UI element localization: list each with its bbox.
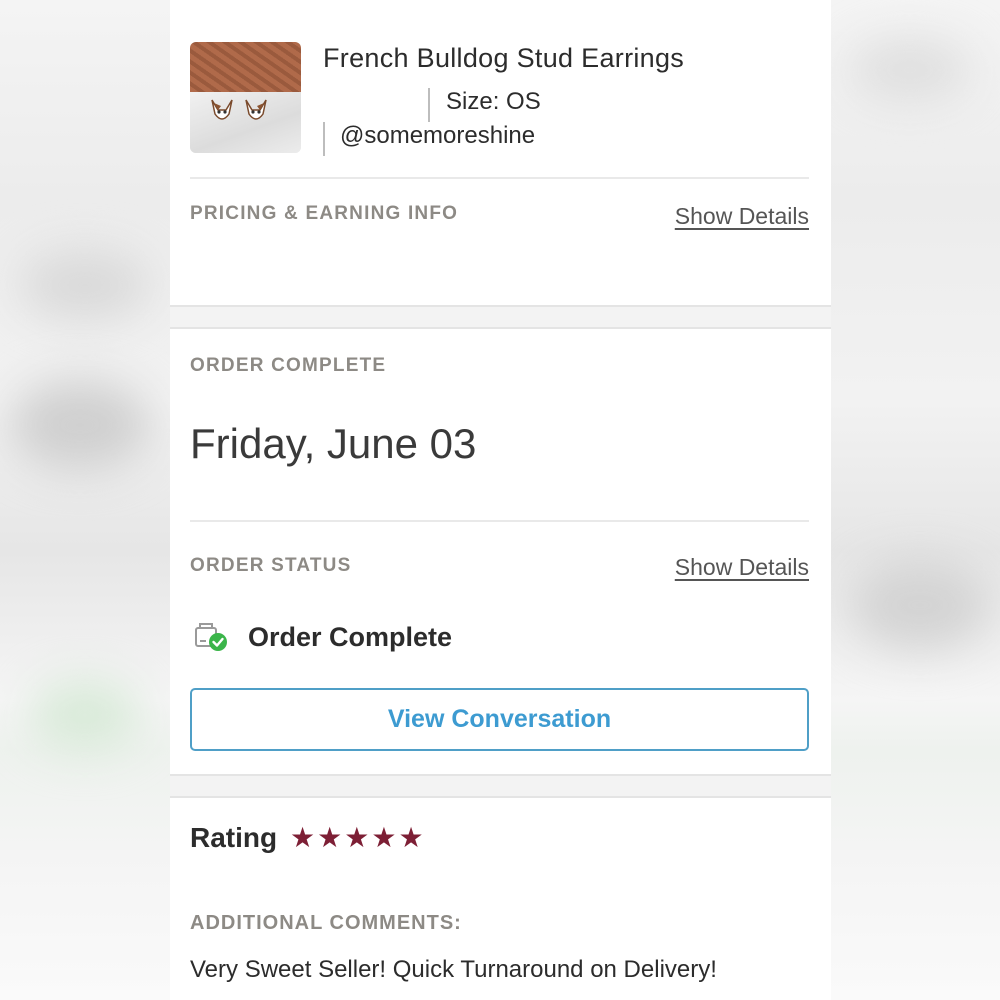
pricing-section-label: PRICING & EARNING INFO <box>190 203 459 224</box>
section-separator <box>170 774 831 798</box>
product-thumbnail[interactable] <box>190 42 301 153</box>
star-icon: ★ <box>317 822 343 853</box>
order-status-show-details-link[interactable]: Show Details <box>675 554 809 581</box>
blurred-background-left <box>0 0 170 1000</box>
star-icon: ★ <box>344 822 370 853</box>
additional-comments-text: Very Sweet Seller! Quick Turnaround on D… <box>190 956 717 983</box>
divider <box>323 122 325 156</box>
divider <box>428 88 430 122</box>
order-complete-check-icon <box>195 623 227 651</box>
order-status-label: ORDER STATUS <box>190 555 352 576</box>
section-separator <box>170 305 831 329</box>
order-details-card: French Bulldog Stud Earrings Size: OS @s… <box>170 0 831 1000</box>
product-size: Size: OS <box>446 88 541 115</box>
star-icon: ★ <box>371 822 397 853</box>
additional-comments-label: ADDITIONAL COMMENTS: <box>190 912 462 934</box>
star-icon: ★ <box>290 822 316 853</box>
blurred-background-right <box>830 0 1000 1000</box>
bulldog-earrings-image <box>211 99 267 120</box>
product-title[interactable]: French Bulldog Stud Earrings <box>323 43 684 74</box>
order-complete-date: Friday, June 03 <box>190 420 477 467</box>
rating-stars: ★ ★ ★ ★ ★ <box>290 822 424 854</box>
order-status-text: Order Complete <box>248 622 453 652</box>
rating-label: Rating <box>190 822 278 853</box>
pricing-show-details-link[interactable]: Show Details <box>675 203 809 230</box>
star-icon: ★ <box>398 822 424 853</box>
view-conversation-button[interactable]: View Conversation <box>190 688 809 751</box>
divider <box>190 177 809 179</box>
order-complete-label: ORDER COMPLETE <box>190 355 387 376</box>
seller-username[interactable]: @somemoreshine <box>340 122 535 150</box>
divider <box>190 520 809 522</box>
